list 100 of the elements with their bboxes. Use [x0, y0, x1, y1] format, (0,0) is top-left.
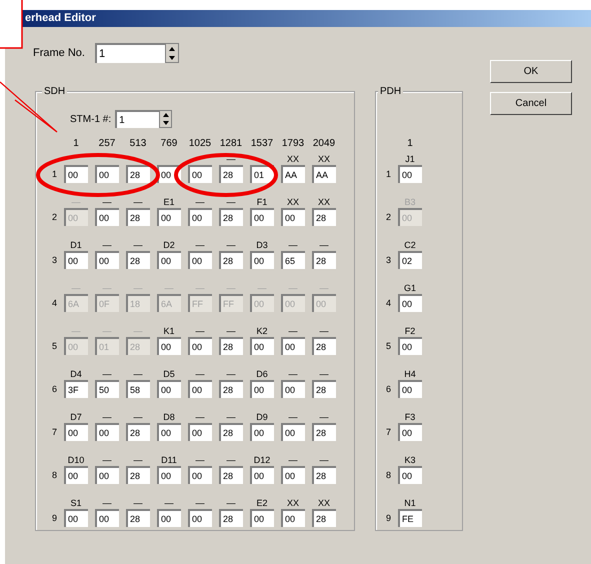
byte-label: — [196, 368, 204, 380]
byte-field[interactable]: 00 [95, 165, 119, 183]
stm-label: STM-1 #: [70, 112, 112, 126]
byte-field[interactable]: 28 [126, 466, 150, 484]
byte-field[interactable]: 3F [64, 380, 88, 398]
byte-field[interactable]: 00 [95, 466, 119, 484]
byte-field[interactable]: 28 [312, 466, 336, 484]
byte-field[interactable]: 28 [126, 165, 150, 183]
byte-field[interactable]: 28 [219, 337, 243, 355]
byte-field[interactable]: 00 [398, 294, 422, 312]
byte-field[interactable]: 00 [281, 337, 305, 355]
byte-field[interactable]: 28 [219, 380, 243, 398]
byte-label: D3 [256, 239, 268, 251]
row-number: 6 [52, 383, 58, 396]
byte-field[interactable]: 00 [157, 208, 181, 226]
byte-field[interactable]: 00 [64, 466, 88, 484]
byte-field[interactable]: 00 [188, 380, 212, 398]
byte-field[interactable]: 28 [312, 337, 336, 355]
byte-label: — [288, 282, 298, 294]
byte-field[interactable]: 01 [250, 165, 274, 183]
byte-field[interactable]: 00 [95, 509, 119, 527]
byte-field[interactable]: 00 [188, 251, 212, 269]
input-field: 1 [94, 43, 165, 63]
byte-field[interactable]: 00 [188, 509, 212, 527]
byte-field[interactable]: 00 [398, 423, 422, 441]
byte-field[interactable]: 00 [95, 251, 119, 269]
byte-field[interactable]: 00 [64, 165, 88, 183]
byte-field[interactable]: 65 [281, 251, 305, 269]
byte-field[interactable]: 00 [64, 509, 88, 527]
byte-label: — [288, 368, 298, 380]
byte-field[interactable]: 00 [188, 337, 212, 355]
byte-field[interactable]: 00 [281, 509, 305, 527]
byte-field[interactable]: 00 [398, 165, 422, 183]
byte-field[interactable]: 00 [250, 466, 274, 484]
byte-label: — [164, 282, 174, 294]
callout-box [0, 0, 23, 49]
byte-field[interactable]: 00 [188, 165, 212, 183]
byte-label: — [288, 454, 298, 466]
byte-field[interactable]: AA [312, 165, 336, 183]
byte-field[interactable]: 00 [281, 208, 305, 226]
byte-field[interactable]: 28 [126, 251, 150, 269]
byte-field[interactable]: 00 [188, 423, 212, 441]
byte-field[interactable]: 28 [219, 423, 243, 441]
row-number: 7 [386, 426, 392, 439]
byte-field[interactable]: 28 [219, 165, 243, 183]
byte-field[interactable]: 00 [157, 251, 181, 269]
frame-no-spinner[interactable]: 1 [94, 43, 179, 63]
byte-field[interactable]: 00 [157, 509, 181, 527]
byte-label: — [134, 411, 142, 423]
byte-field[interactable]: 00 [398, 380, 422, 398]
byte-field[interactable]: 02 [398, 251, 422, 269]
byte-field[interactable]: 00 [250, 380, 274, 398]
byte-field[interactable]: 28 [219, 208, 243, 226]
byte-field[interactable]: 00 [64, 251, 88, 269]
byte-field[interactable]: 00 [157, 337, 181, 355]
down-arrow-icon[interactable] [160, 119, 172, 127]
byte-field[interactable]: 00 [95, 208, 119, 226]
byte-field[interactable]: 00 [188, 466, 212, 484]
byte-field[interactable]: 00 [157, 466, 181, 484]
byte-label: — [226, 454, 236, 466]
byte-field[interactable]: 28 [312, 251, 336, 269]
byte-field[interactable]: 00 [398, 466, 422, 484]
byte-field[interactable]: 28 [219, 251, 243, 269]
byte-label: XX [318, 153, 330, 165]
byte-field[interactable]: 50 [95, 380, 119, 398]
byte-field[interactable]: 00 [250, 208, 274, 226]
byte-field[interactable]: 28 [219, 466, 243, 484]
byte-label: K3 [404, 454, 416, 466]
byte-field[interactable]: 00 [398, 337, 422, 355]
byte-field[interactable]: 28 [126, 423, 150, 441]
byte-label: — [226, 239, 236, 251]
byte-field[interactable]: AA [281, 165, 305, 183]
byte-label: — [72, 282, 80, 294]
byte-label: — [320, 454, 328, 466]
byte-field[interactable]: 00 [281, 423, 305, 441]
byte-field[interactable]: 28 [312, 423, 336, 441]
byte-field[interactable]: 00 [281, 466, 305, 484]
byte-field[interactable]: 00 [250, 423, 274, 441]
byte-field[interactable]: 00 [157, 423, 181, 441]
byte-field[interactable]: 00 [157, 380, 181, 398]
byte-field[interactable]: 00 [64, 423, 88, 441]
byte-field[interactable]: 00 [250, 509, 274, 527]
dialog-button[interactable]: OK [490, 60, 572, 83]
byte-field[interactable]: 00 [281, 380, 305, 398]
byte-field[interactable]: 00 [188, 208, 212, 226]
byte-field[interactable]: 28 [312, 208, 336, 226]
byte-field[interactable]: FE [398, 509, 422, 527]
byte-field[interactable]: 28 [126, 509, 150, 527]
byte-label: — [226, 282, 236, 294]
dialog-button[interactable]: Cancel [490, 92, 572, 115]
byte-field[interactable]: 28 [126, 208, 150, 226]
byte-field[interactable]: 28 [312, 380, 336, 398]
byte-field[interactable]: 58 [126, 380, 150, 398]
byte-field[interactable]: 28 [219, 509, 243, 527]
byte-label: D11 [161, 454, 177, 466]
byte-field[interactable]: 00 [250, 251, 274, 269]
byte-field[interactable]: 00 [250, 337, 274, 355]
up-arrow-icon[interactable] [160, 111, 172, 119]
byte-field[interactable]: 28 [312, 509, 336, 527]
byte-field[interactable]: 00 [95, 423, 119, 441]
